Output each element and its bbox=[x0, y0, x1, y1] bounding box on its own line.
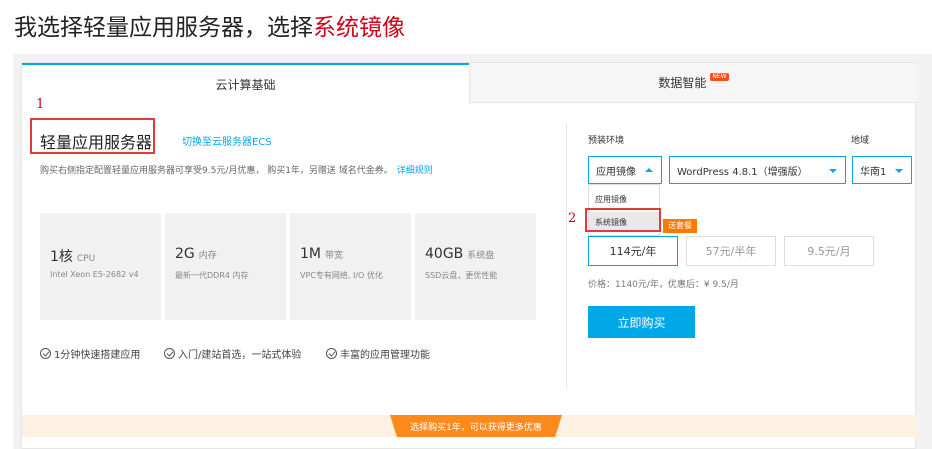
spec-value: 1核 bbox=[50, 249, 73, 265]
instruction-heading: 我选择轻量应用服务器，选择系统镜像 bbox=[14, 8, 405, 42]
annotation-2: 2 bbox=[568, 211, 577, 226]
spec-cpu: 1核 CPU Intel Xeon E5-2682 v4 bbox=[40, 213, 161, 320]
env-label: 预装环境 bbox=[588, 136, 625, 146]
product-title: 轻量应用服务器 bbox=[40, 133, 153, 152]
wordpress-select-value: WordPress 4.8.1（增强版） bbox=[677, 166, 808, 178]
spec-value: 2G bbox=[175, 246, 195, 262]
new-badge: NEW bbox=[710, 72, 729, 81]
feature-label: 1分钟快速搭建应用 bbox=[54, 350, 141, 361]
annotation-1: 1 bbox=[36, 97, 45, 112]
annotation-box-2 bbox=[585, 208, 661, 232]
page: 我选择轻量应用服务器，选择系统镜像 云计算基础 数据智能 NEW 1 轻量应用服务… bbox=[0, 0, 932, 449]
spec-sub: SSD云盘，更优性能 bbox=[425, 271, 498, 280]
region-label: 地域 bbox=[851, 136, 870, 146]
description-text: 购买右侧指定配置轻量应用服务器可享受9.5元/月优惠， 购买1年，另赠送 域名代… bbox=[40, 166, 393, 176]
screenshot-frame: 云计算基础 数据智能 NEW 1 轻量应用服务器 切换至云服务器ECS 购买右侧指… bbox=[13, 54, 932, 449]
price-info: 价格：1140元/年，优惠后：¥ 9.5/月 bbox=[588, 280, 739, 290]
price-option-month[interactable]: 9.5元/月 bbox=[784, 236, 874, 266]
check-circle-icon bbox=[326, 348, 337, 359]
spec-value: 1M bbox=[300, 246, 321, 262]
caret-down-icon bbox=[895, 169, 903, 173]
switch-ecs-link[interactable]: 切换至云服务器ECS bbox=[182, 133, 272, 148]
env-select-value: 应用镜像 bbox=[596, 166, 636, 178]
feature-item: 丰富的应用管理功能 bbox=[326, 346, 430, 361]
spec-sub: 最新一代DDR4 内存 bbox=[175, 271, 249, 280]
spec-memory: 2G 内存 最新一代DDR4 内存 bbox=[165, 213, 286, 320]
feature-label: 入门/建站首选，一站式体验 bbox=[178, 350, 302, 361]
tab-data-intelligence[interactable]: 数据智能 NEW bbox=[469, 63, 917, 103]
detail-rules-link[interactable]: 详细规则 bbox=[397, 166, 433, 176]
feature-label: 丰富的应用管理功能 bbox=[340, 350, 430, 361]
category-tabs: 云计算基础 数据智能 NEW bbox=[22, 63, 917, 103]
price-option-halfyear[interactable]: 57元/半年 bbox=[686, 236, 776, 266]
promo-tag: 送套餐 bbox=[663, 219, 697, 233]
region-select[interactable]: 华南1 bbox=[852, 156, 912, 184]
spec-value: 40GB bbox=[425, 246, 464, 262]
caret-up-icon bbox=[645, 168, 653, 172]
spec-disk: 40GB 系统盘 SSD云盘，更优性能 bbox=[415, 213, 536, 320]
spec-unit: CPU bbox=[76, 254, 96, 264]
buy-now-button[interactable]: 立即购买 bbox=[588, 306, 695, 338]
feature-item: 入门/建站首选，一站式体验 bbox=[164, 346, 301, 361]
spec-sub: Intel Xeon E5-2682 v4 bbox=[50, 270, 139, 279]
spec-unit: 内存 bbox=[198, 251, 217, 261]
tab-label: 云计算基础 bbox=[215, 77, 276, 92]
bottom-promo-tab[interactable]: 选择购买1年，可以获得更多优惠 bbox=[390, 415, 562, 437]
price-option-year[interactable]: 114元/年 bbox=[588, 236, 678, 266]
env-select[interactable]: 应用镜像 bbox=[588, 156, 662, 184]
product-card: 云计算基础 数据智能 NEW 1 轻量应用服务器 切换至云服务器ECS 购买右侧指… bbox=[21, 62, 917, 449]
caret-down-icon bbox=[829, 169, 837, 173]
spec-unit: 带宽 bbox=[325, 251, 344, 261]
check-circle-icon bbox=[40, 348, 51, 359]
tab-label: 数据智能 bbox=[658, 76, 707, 90]
feature-item: 1分钟快速搭建应用 bbox=[40, 346, 140, 361]
check-circle-icon bbox=[164, 348, 175, 359]
spec-bandwidth: 1M 带宽 VPC专有网络, I/O 优化 bbox=[290, 213, 411, 320]
spec-unit: 系统盘 bbox=[467, 251, 495, 261]
env-option-app-image[interactable]: 应用镜像 bbox=[589, 189, 659, 209]
region-select-value: 华南1 bbox=[860, 166, 887, 178]
divider bbox=[566, 123, 567, 388]
wordpress-select[interactable]: WordPress 4.8.1（增强版） bbox=[669, 156, 846, 184]
product-description: 购买右侧指定配置轻量应用服务器可享受9.5元/月优惠， 购买1年，另赠送 域名代… bbox=[40, 163, 433, 176]
tab-cloud-computing[interactable]: 云计算基础 bbox=[22, 63, 469, 103]
heading-prefix: 我选择轻量应用服务器，选择 bbox=[14, 15, 313, 41]
spec-sub: VPC专有网络, I/O 优化 bbox=[300, 271, 383, 280]
heading-highlight: 系统镜像 bbox=[313, 15, 405, 41]
